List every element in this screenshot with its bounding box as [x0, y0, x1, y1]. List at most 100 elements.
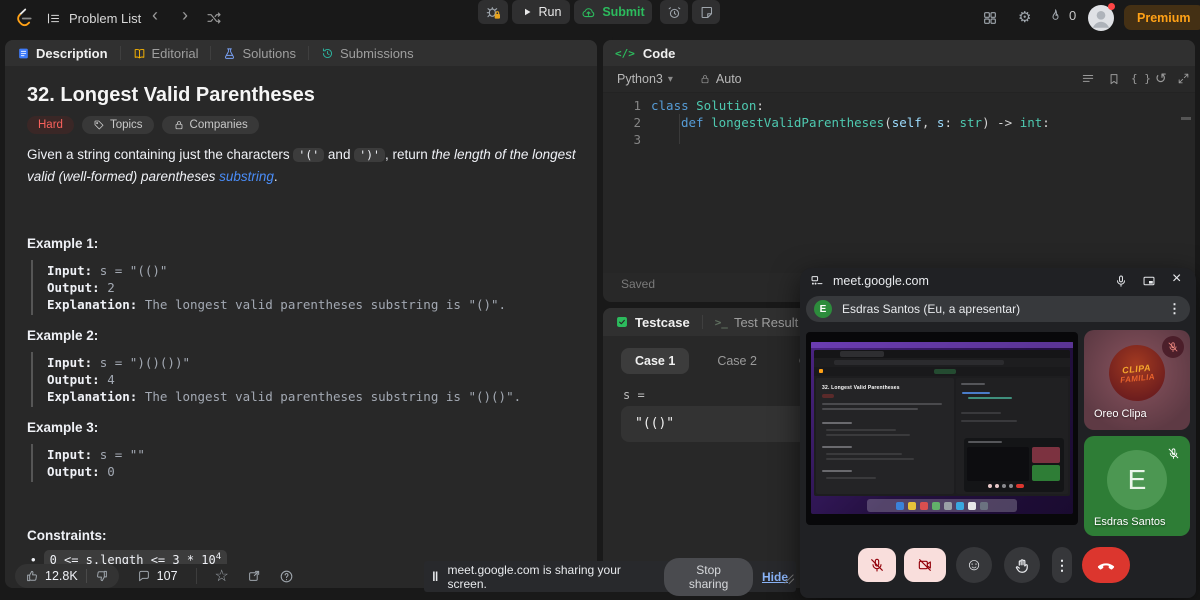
mic-toggle-button[interactable] [858, 548, 896, 582]
bookmark-icon[interactable] [1107, 72, 1121, 86]
format-lines-icon[interactable] [1081, 72, 1095, 86]
tab-description-label: Description [36, 46, 108, 61]
participant-tile-oreo[interactable]: CLIPA FAMILIA Oreo Clipa [1084, 330, 1190, 430]
input-label: Input: [47, 447, 92, 462]
stop-sharing-button[interactable]: Stop sharing [664, 558, 753, 596]
lock-icon [173, 119, 185, 131]
tab-test-result[interactable]: >_ Test Result [715, 315, 799, 330]
companies-chip[interactable]: Companies [162, 116, 259, 134]
tab-description[interactable]: Description [17, 46, 108, 61]
reset-code-icon[interactable]: ↺ [1155, 70, 1167, 87]
example-3-block: Input: s = "" Output: 0 [31, 444, 587, 482]
comments-button[interactable]: 107 [137, 569, 178, 583]
submit-button[interactable]: Submit [574, 0, 652, 24]
statement-text: . [274, 169, 278, 184]
leetcode-logo-icon[interactable] [14, 7, 34, 27]
topics-chip[interactable]: Topics [82, 116, 154, 134]
code-editor[interactable]: 1 2 3 class Solution: def longestValidPa… [603, 93, 1195, 273]
vote-group: 12.8K [15, 564, 119, 588]
mic-icon[interactable] [1114, 274, 1128, 288]
example-1-block: Input: s = "(()" Output: 2 Explanation: … [31, 260, 587, 315]
streak-count: 0 [1069, 8, 1076, 23]
punct-token: ( [884, 115, 892, 130]
thumbs-up-icon [25, 569, 39, 583]
function-name-token: longestValidParentheses [711, 115, 884, 130]
pip-expand-icon[interactable] [1142, 274, 1156, 288]
mic-off-icon [869, 557, 885, 573]
braces-icon[interactable]: { } [1131, 72, 1151, 85]
play-icon [521, 6, 533, 18]
mini-text-line [826, 477, 876, 479]
meet-window[interactable]: meet.google.com × E Esdras Santos (Eu, a… [800, 268, 1196, 598]
language-selector[interactable]: Python3 ▾ [617, 72, 673, 86]
type-token: str [960, 115, 983, 130]
autocomplete-toggle[interactable]: Auto [699, 72, 742, 86]
end-call-button[interactable] [1082, 547, 1130, 583]
run-button[interactable]: Run [512, 0, 570, 24]
mini-problem-title: 32. Longest Valid Parentheses [822, 385, 900, 391]
tab-solutions[interactable]: Solutions [223, 46, 295, 61]
difficulty-badge[interactable]: Hard [27, 116, 74, 134]
tab-editorial[interactable]: Editorial [133, 46, 199, 61]
tab-submissions-label: Submissions [340, 46, 414, 61]
next-problem-icon[interactable]: › [182, 5, 188, 26]
constraint-exponent: 4 [216, 552, 221, 562]
tab-divider [702, 315, 703, 329]
test-result-tab-label: Test Result [734, 315, 798, 330]
case-2-tab[interactable]: Case 2 [703, 348, 771, 374]
prev-problem-icon[interactable]: ‹ [152, 5, 158, 26]
dislike-button[interactable] [95, 569, 109, 583]
feedback-button[interactable] [279, 569, 294, 584]
mini-control-dot [1009, 484, 1013, 488]
layout-grid-icon[interactable] [982, 10, 998, 26]
substring-link[interactable]: substring [219, 169, 274, 184]
debugger-button[interactable] [478, 0, 508, 24]
streak-counter[interactable]: 0 [1048, 8, 1076, 23]
shared-screen-thumbnail[interactable]: 32. Longest Valid Parentheses [806, 332, 1078, 525]
settings-gear-icon[interactable]: ⚙ [1018, 8, 1031, 26]
punct-token: ) -> [982, 115, 1020, 130]
mini-hard-chip [822, 394, 834, 398]
tab-submissions[interactable]: Submissions [321, 46, 414, 61]
debug-bug-icon [485, 4, 501, 20]
tab-testcase[interactable]: Testcase [615, 315, 690, 330]
participant-tile-esdras[interactable]: E Esdras Santos [1084, 436, 1190, 536]
mini-text-line [822, 470, 852, 472]
mini-active-tab [840, 351, 884, 357]
participant-logo: CLIPA FAMILIA [1106, 342, 1168, 404]
notes-button[interactable] [692, 0, 720, 24]
shuffle-icon[interactable] [206, 10, 222, 26]
pause-sharing-icon[interactable]: ‖ [432, 569, 438, 584]
reactions-button[interactable]: ☺ [956, 547, 992, 583]
problem-list-nav[interactable]: Problem List [46, 0, 141, 36]
like-button[interactable]: 12.8K [25, 569, 78, 583]
participant-muted-badge [1162, 336, 1184, 358]
thumbs-down-icon [95, 569, 109, 583]
favorite-button[interactable]: ☆ [215, 566, 229, 586]
case-1-tab[interactable]: Case 1 [621, 348, 689, 374]
param-token: self [892, 115, 922, 130]
mini-submit-pill [934, 369, 956, 374]
problem-statement: Given a string containing just the chara… [27, 144, 585, 187]
punct-token: : [1042, 115, 1050, 130]
premium-button[interactable]: Premium [1124, 5, 1200, 30]
close-icon[interactable]: × [1172, 270, 1181, 288]
timer-button[interactable] [660, 0, 688, 24]
editor-scrollbar-thumb[interactable] [1181, 117, 1191, 120]
explanation-label: Explanation: [47, 297, 137, 312]
code-chip-close-paren: ')' [354, 148, 385, 162]
mini-text-line [822, 408, 918, 410]
raise-hand-button[interactable] [1004, 547, 1040, 583]
share-button[interactable] [247, 569, 261, 583]
more-options-button[interactable]: ⋮ [1052, 547, 1072, 583]
presenter-banner[interactable]: E Esdras Santos (Eu, a apresentar) ⋮ [806, 296, 1190, 322]
resize-handle-icon[interactable] [782, 572, 796, 586]
meet-titlebar[interactable]: meet.google.com × [800, 268, 1196, 294]
tab-divider [210, 46, 211, 60]
camera-toggle-button[interactable] [904, 548, 946, 582]
banner-more-icon[interactable]: ⋮ [1168, 301, 1181, 317]
cloud-upload-icon [581, 5, 596, 20]
mini-browser-window: 32. Longest Valid Parentheses [814, 350, 1070, 496]
mini-meet-controls [988, 484, 1024, 488]
expand-editor-icon[interactable] [1177, 72, 1190, 85]
